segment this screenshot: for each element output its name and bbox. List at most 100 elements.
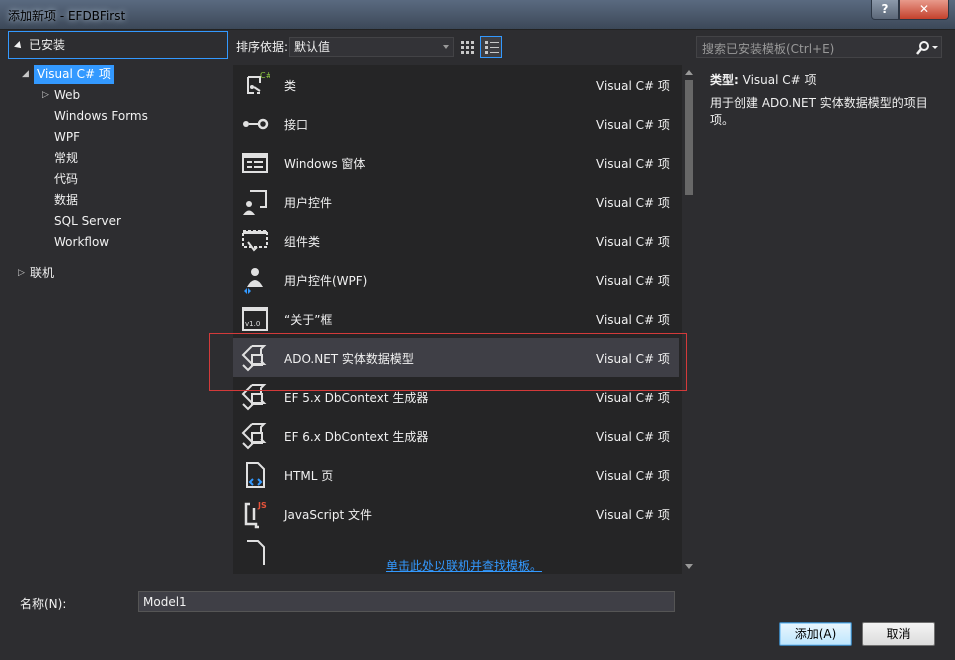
dbcontext-generator-icon xyxy=(241,384,267,411)
window-title: 添加新项 - EFDBFirst xyxy=(8,9,126,23)
list-icon xyxy=(485,41,499,54)
template-category: Visual C# 项 xyxy=(596,235,670,249)
search-icon[interactable] xyxy=(915,40,939,56)
template-item[interactable]: EF 6.x DbContext 生成器 Visual C# 项 xyxy=(233,416,679,455)
name-label: 名称(N): xyxy=(20,597,67,611)
template-category: Visual C# 项 xyxy=(596,508,670,522)
template-item[interactable]: HTML 页 Visual C# 项 xyxy=(233,455,679,494)
svg-text:C#: C# xyxy=(260,71,270,80)
tree-item-label: 联机 xyxy=(30,266,55,280)
template-name: EF 5.x DbContext 生成器 xyxy=(284,391,429,405)
tree-item-label: Windows Forms xyxy=(54,109,148,123)
entity-data-model-icon xyxy=(241,345,267,372)
template-category: Visual C# 项 xyxy=(596,118,670,132)
tree-item-online[interactable]: ▷ 联机 xyxy=(8,263,230,284)
template-category: Visual C# 项 xyxy=(596,352,670,366)
sort-dropdown[interactable]: 默认值 xyxy=(289,37,454,57)
template-item-selected[interactable]: ADO.NET 实体数据模型 Visual C# 项 xyxy=(233,338,679,377)
template-category: Visual C# 项 xyxy=(596,469,670,483)
template-list: C# 类 Visual C# 项 接口 Visual C# 项 Windows … xyxy=(233,65,696,574)
details-type-label: 类型: xyxy=(710,73,739,87)
collapse-arrow-icon[interactable]: ◢ xyxy=(22,64,32,85)
tree-item-sql-server[interactable]: SQL Server xyxy=(8,211,230,232)
template-category: Visual C# 项 xyxy=(596,157,670,171)
tree-header-installed[interactable]: 已安装 xyxy=(8,31,228,59)
expand-arrow-icon[interactable]: ▷ xyxy=(42,85,52,106)
interface-icon xyxy=(243,118,269,130)
scroll-up-arrow-icon[interactable] xyxy=(685,70,693,75)
tree-item-label: 常规 xyxy=(54,151,79,165)
search-placeholder: 搜索已安装模板(Ctrl+E) xyxy=(702,42,835,56)
component-class-icon xyxy=(242,230,268,252)
windows-form-icon xyxy=(242,153,268,173)
template-item[interactable]: EF 5.x DbContext 生成器 Visual C# 项 xyxy=(233,377,679,416)
details-type: 类型: Visual C# 项 xyxy=(710,71,817,88)
tree-item-label: Workflow xyxy=(54,235,110,249)
template-category: Visual C# 项 xyxy=(596,313,670,327)
tree-item-web[interactable]: ▷ Web xyxy=(8,85,230,106)
grid-icon xyxy=(461,41,474,54)
template-item[interactable]: Windows 窗体 Visual C# 项 xyxy=(233,143,679,182)
tree-item-code[interactable]: 代码 xyxy=(8,169,230,190)
template-name: “关于”框 xyxy=(284,313,333,327)
template-name: Windows 窗体 xyxy=(284,157,366,171)
online-templates-link[interactable]: 单击此处以联机并查找模板。 xyxy=(386,557,542,574)
template-item[interactable]: 用户控件 Visual C# 项 xyxy=(233,182,679,221)
user-control-icon xyxy=(243,190,267,215)
template-name: ADO.NET 实体数据模型 xyxy=(284,352,414,366)
details-description: 用于创建 ADO.NET 实体数据模型的项目项。 xyxy=(710,96,928,127)
template-name: 接口 xyxy=(284,118,309,132)
template-category: Visual C# 项 xyxy=(596,196,670,210)
svg-text:v1.0: v1.0 xyxy=(245,320,260,328)
name-input[interactable] xyxy=(138,591,675,612)
svg-text:JS: JS xyxy=(257,501,267,510)
tree-item-label: Visual C# 项 xyxy=(34,65,114,84)
tree-item-label: Web xyxy=(54,88,81,102)
tree-item-label: WPF xyxy=(54,130,81,144)
tree-item-general[interactable]: 常规 xyxy=(8,148,230,169)
add-button[interactable]: 添加(A) xyxy=(779,622,852,646)
template-name: EF 6.x DbContext 生成器 xyxy=(284,430,429,444)
cancel-button[interactable]: 取消 xyxy=(862,622,935,646)
tree-item-data[interactable]: 数据 xyxy=(8,190,230,211)
class-icon: C# xyxy=(247,71,270,94)
dialog-body: 已安装 ◢ Visual C# 项 ▷ Web Windows Forms WP… xyxy=(6,30,949,654)
template-item[interactable]: 用户控件(WPF) Visual C# 项 xyxy=(233,260,679,299)
template-item[interactable]: C# 类 Visual C# 项 xyxy=(233,65,679,104)
list-view-button[interactable] xyxy=(480,36,502,58)
template-name: HTML 页 xyxy=(284,469,334,483)
tree-item-label: 数据 xyxy=(54,193,79,207)
tree-item-windows-forms[interactable]: Windows Forms xyxy=(8,106,230,127)
dbcontext-generator-icon xyxy=(241,423,267,450)
template-item[interactable]: 组件类 Visual C# 项 xyxy=(233,221,679,260)
javascript-file-icon: JS xyxy=(244,501,267,529)
small-icons-view-button[interactable] xyxy=(456,36,478,58)
category-tree: ◢ Visual C# 项 ▷ Web Windows Forms WPF 常规… xyxy=(8,64,230,284)
template-name: 组件类 xyxy=(284,235,321,249)
chevron-down-icon xyxy=(443,45,449,49)
template-category: Visual C# 项 xyxy=(596,274,670,288)
tree-item-workflow[interactable]: Workflow xyxy=(8,232,230,253)
template-item[interactable]: 接口 Visual C# 项 xyxy=(233,104,679,143)
template-item[interactable]: JS JavaScript 文件 Visual C# 项 xyxy=(233,494,679,533)
sort-value: 默认值 xyxy=(294,40,331,54)
template-category: Visual C# 项 xyxy=(596,79,670,93)
template-name: 用户控件(WPF) xyxy=(284,274,368,288)
html-page-icon xyxy=(246,462,265,488)
tree-item-label: SQL Server xyxy=(54,214,121,228)
close-button[interactable]: ✕ xyxy=(899,0,949,20)
scroll-down-arrow-icon[interactable] xyxy=(685,564,693,569)
list-scrollbar[interactable] xyxy=(682,65,696,574)
template-category: Visual C# 项 xyxy=(596,430,670,444)
template-name: 用户控件 xyxy=(284,196,333,210)
tree-item-wpf[interactable]: WPF xyxy=(8,127,230,148)
template-name: JavaScript 文件 xyxy=(284,508,372,522)
template-item[interactable]: v1.0 “关于”框 Visual C# 项 xyxy=(233,299,679,338)
help-button[interactable]: ? xyxy=(871,0,899,20)
scroll-thumb[interactable] xyxy=(685,80,693,195)
tree-item-visual-csharp[interactable]: ◢ Visual C# 项 xyxy=(8,64,230,85)
template-category: Visual C# 项 xyxy=(596,391,670,405)
expand-arrow-icon[interactable]: ▷ xyxy=(18,263,28,284)
search-box[interactable]: 搜索已安装模板(Ctrl+E) xyxy=(696,36,942,58)
expand-arrow-icon xyxy=(14,40,24,51)
